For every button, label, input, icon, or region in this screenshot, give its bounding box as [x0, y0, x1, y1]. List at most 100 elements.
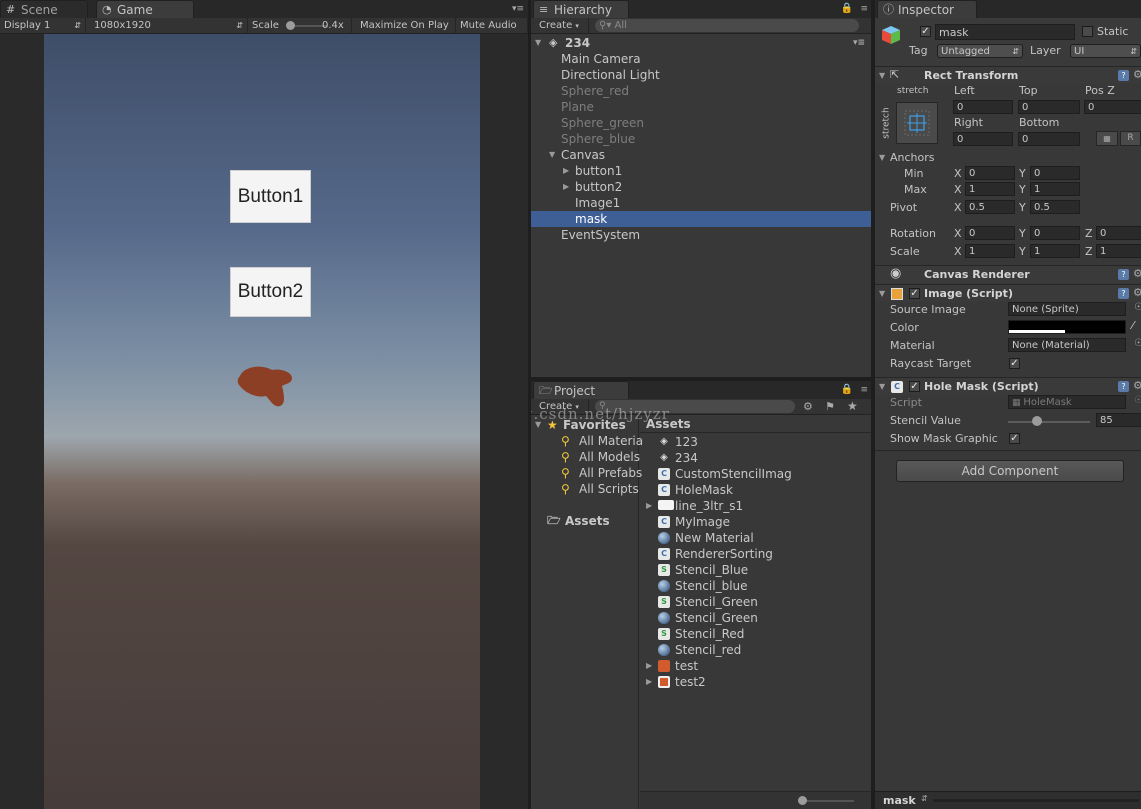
favorite-item[interactable]: ⚲ All Prefabs — [531, 465, 642, 481]
help-icon[interactable]: ? — [1118, 70, 1129, 81]
image-enabled-checkbox[interactable]: ✓ — [909, 288, 920, 299]
anchor-max-x-input[interactable]: 1 — [965, 182, 1015, 196]
asset-item[interactable]: Stencil_red — [640, 642, 871, 658]
scene-row[interactable]: ▼ ◈ 234 ▾≡ — [531, 35, 871, 51]
help-icon[interactable]: ? — [1118, 381, 1129, 392]
tag-dropdown[interactable]: Untagged ⇵ — [937, 44, 1023, 58]
anchor-min-x-input[interactable]: 0 — [965, 166, 1015, 180]
filter-label-icon[interactable]: ⚑ — [825, 400, 835, 413]
expand-closed-icon[interactable]: ▶ — [646, 498, 652, 514]
tab-project[interactable]: 🗁 Project — [533, 381, 629, 399]
filter-type-icon[interactable]: ⚙ — [803, 400, 813, 413]
hierarchy-item[interactable]: mask — [531, 211, 871, 227]
expand-open-icon[interactable]: ▼ — [879, 150, 885, 166]
hierarchy-item[interactable]: Directional Light — [531, 67, 871, 83]
eyedropper-icon[interactable]: ⁄ — [1132, 319, 1134, 332]
gear-icon[interactable]: ⚙ — [1133, 286, 1141, 300]
stencil-slider-thumb[interactable] — [1032, 416, 1042, 426]
image-component-header[interactable]: ▼ ✓ Image (Script) ? ⚙ — [875, 284, 1141, 302]
pivot-y-input[interactable]: 0.5 — [1030, 200, 1080, 214]
raycast-target-checkbox[interactable]: ✓ — [1009, 358, 1020, 369]
hierarchy-item[interactable]: Image1 — [531, 195, 871, 211]
add-component-button[interactable]: Add Component — [896, 460, 1124, 482]
gear-icon[interactable]: ⚙ — [1133, 379, 1141, 393]
right-input[interactable]: 0 — [953, 132, 1013, 146]
asset-item[interactable]: S Stencil_Blue — [640, 562, 871, 578]
top-input[interactable]: 0 — [1018, 100, 1080, 114]
favorite-item[interactable]: ⚲ All Materia — [531, 433, 643, 449]
layer-dropdown[interactable]: UI ⇵ — [1070, 44, 1141, 58]
hierarchy-item[interactable]: Main Camera — [531, 51, 871, 67]
hierarchy-item[interactable]: EventSystem — [531, 227, 871, 243]
create-dropdown[interactable]: Create ▾ — [535, 18, 589, 34]
asset-item[interactable]: Stencil_blue — [640, 578, 871, 594]
expand-open-icon[interactable]: ▼ — [549, 147, 555, 163]
scale-z-input[interactable]: 1 — [1096, 244, 1141, 258]
favorite-item[interactable]: ⚲ All Scripts — [531, 481, 639, 497]
object-picker-icon[interactable]: ☉ — [1134, 302, 1141, 313]
tab-scene[interactable]: # Scene — [0, 0, 88, 18]
bottom-input[interactable]: 0 — [1018, 132, 1080, 146]
game-viewport[interactable]: Button1 Button2 — [44, 34, 480, 809]
asset-item[interactable]: C HoleMask — [640, 482, 871, 498]
posz-input[interactable]: 0 — [1084, 100, 1141, 114]
scene-menu-icon[interactable]: ▾≡ — [853, 35, 865, 51]
favorite-star-icon[interactable]: ★ — [847, 399, 858, 413]
asset-item[interactable]: S Stencil_Red — [640, 626, 871, 642]
button1[interactable]: Button1 — [230, 170, 311, 223]
tab-hierarchy[interactable]: ≡ Hierarchy — [533, 0, 629, 18]
hierarchy-item[interactable]: Sphere_green — [531, 115, 871, 131]
hierarchy-item[interactable]: Sphere_red — [531, 83, 871, 99]
lock-icon[interactable]: 🔒 — [841, 384, 853, 395]
button2[interactable]: Button2 — [230, 267, 311, 317]
hierarchy-item[interactable]: ▶ button1 — [531, 163, 871, 179]
expand-closed-icon[interactable]: ▶ — [646, 674, 652, 690]
canvas-renderer-header[interactable]: ◉ Canvas Renderer ? ⚙ — [875, 265, 1141, 283]
anchor-presets-button[interactable] — [896, 102, 938, 144]
panel-menu-icon[interactable]: ≡ — [860, 4, 868, 14]
display-dropdown[interactable]: Display 1 ⇵ — [0, 18, 86, 34]
lock-icon[interactable]: 🔒 — [841, 3, 853, 14]
hierarchy-item[interactable]: Sphere_blue — [531, 131, 871, 147]
scale-control[interactable]: Scale 0.4x — [248, 18, 352, 34]
asset-item[interactable]: New Material — [640, 530, 871, 546]
asset-item[interactable]: ▶ test2 — [640, 674, 871, 690]
hierarchy-item[interactable]: ▶ button2 — [531, 179, 871, 195]
object-name-input[interactable]: mask — [935, 24, 1075, 40]
hole-mask-enabled-checkbox[interactable]: ✓ — [909, 381, 920, 392]
material-field[interactable]: None (Material) — [1008, 338, 1126, 352]
asset-item[interactable]: ◈ 123 — [640, 434, 871, 450]
asset-item[interactable]: ◈ 234 — [640, 450, 871, 466]
expand-closed-icon[interactable]: ▶ — [563, 163, 569, 179]
help-icon[interactable]: ? — [1118, 269, 1129, 280]
show-mask-graphic-checkbox[interactable]: ✓ — [1009, 433, 1020, 444]
hierarchy-search-input[interactable]: ⚲▾ All — [595, 19, 859, 32]
asset-item[interactable]: C CustomStencilImag — [640, 466, 871, 482]
asset-item[interactable]: C MyImage — [640, 514, 871, 530]
asset-item[interactable]: C RendererSorting — [640, 546, 871, 562]
rotation-y-input[interactable]: 0 — [1030, 226, 1080, 240]
static-checkbox[interactable] — [1082, 26, 1093, 37]
asset-item[interactable]: ▶ line_3ltr_s1 — [640, 498, 871, 514]
icon-size-slider-thumb[interactable] — [798, 796, 807, 805]
scale-slider-thumb[interactable] — [286, 21, 295, 30]
stencil-value-input[interactable]: 85 — [1096, 413, 1141, 427]
asset-item[interactable]: ▶ test — [640, 658, 871, 674]
anchor-min-y-input[interactable]: 0 — [1030, 166, 1080, 180]
footer-dropdown-icon[interactable]: ⇵ — [921, 794, 928, 803]
favorite-item[interactable]: ⚲ All Models — [531, 449, 640, 465]
blueprint-mode-button[interactable]: ▦ — [1096, 131, 1118, 146]
hole-mask-header[interactable]: ▼ C ✓ Hole Mask (Script) ? ⚙ — [875, 377, 1141, 395]
expand-closed-icon[interactable]: ▶ — [646, 658, 652, 674]
anchor-max-y-input[interactable]: 1 — [1030, 182, 1080, 196]
left-input[interactable]: 0 — [953, 100, 1013, 114]
assets-root-folder[interactable]: 🗁 Assets — [531, 513, 638, 529]
rotation-x-input[interactable]: 0 — [965, 226, 1015, 240]
tab-inspector[interactable]: ⓘ Inspector — [877, 0, 977, 18]
asset-item[interactable]: S Stencil_Green — [640, 594, 871, 610]
hierarchy-item[interactable]: ▼ Canvas — [531, 147, 871, 163]
mute-audio-button[interactable]: Mute Audio — [456, 18, 528, 34]
panel-menu-icon[interactable]: ▾≡ — [512, 4, 524, 14]
expand-closed-icon[interactable]: ▶ — [563, 179, 569, 195]
rotation-z-input[interactable]: 0 — [1096, 226, 1141, 240]
